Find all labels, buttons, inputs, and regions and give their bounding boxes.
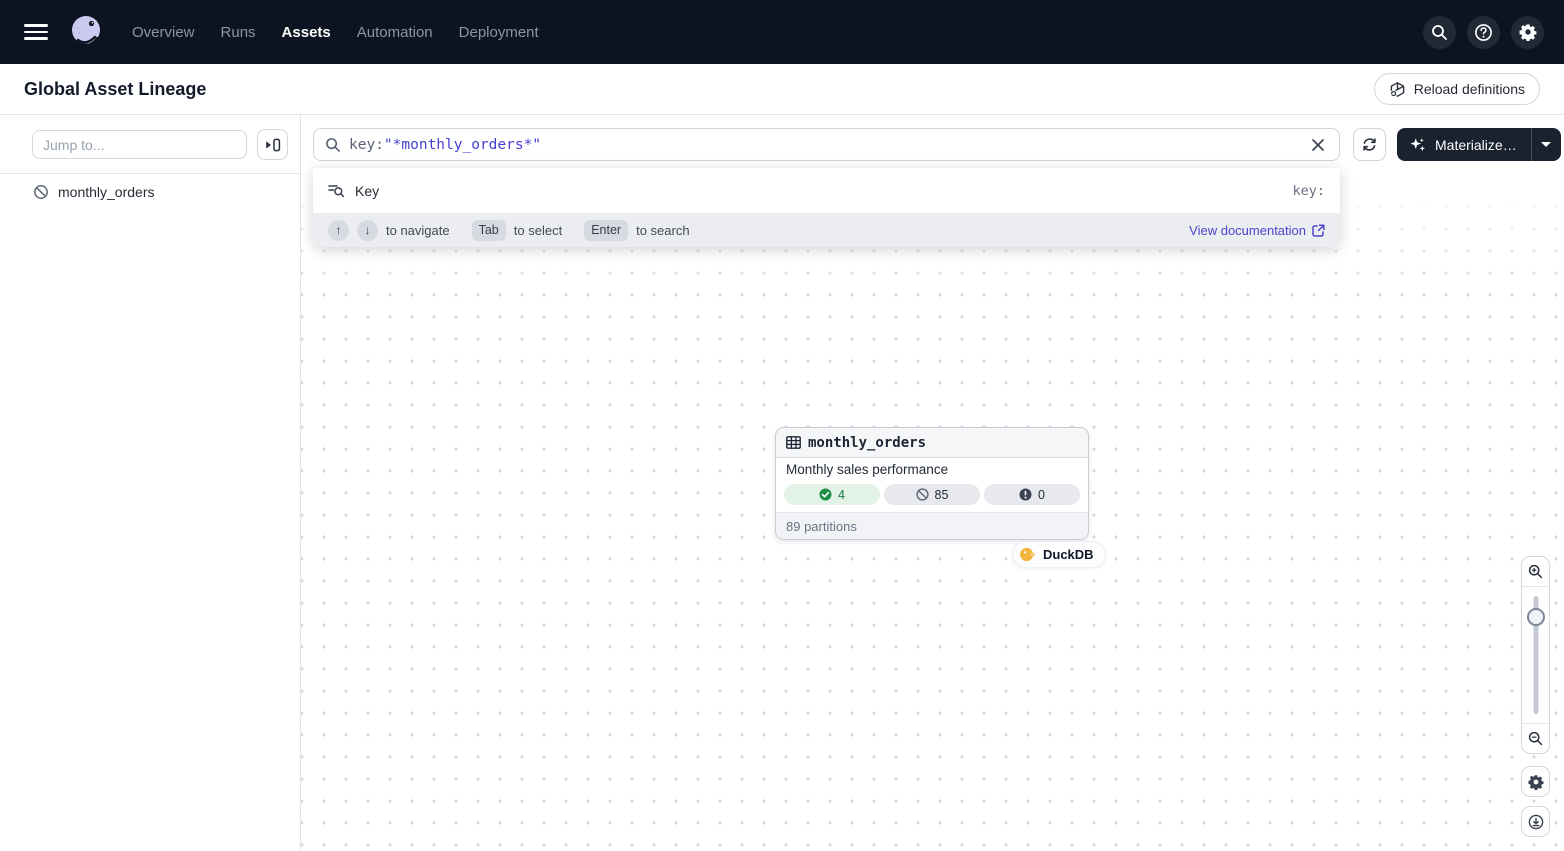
top-nav-actions [1423,16,1544,49]
chevron-down-icon [1541,142,1551,147]
doc-link-label: View documentation [1189,223,1306,238]
partition-status-badges: 4 85 0 [776,479,1088,512]
body-layout: monthly_orders key:"*monthly_orders*" [0,115,1564,850]
nav-item-runs[interactable]: Runs [221,24,256,41]
suggestion-label: Key [355,183,379,199]
asset-node-header[interactable]: monthly_orders [776,428,1088,458]
sparkle-icon [1409,136,1427,154]
top-nav: Overview Runs Assets Automation Deployme… [0,0,1564,64]
settings-gear-icon[interactable] [1511,16,1544,49]
duckdb-tag[interactable]: DuckDB [1012,541,1106,568]
badge-failed-count[interactable]: 0 [984,484,1080,505]
lineage-sidebar: monthly_orders [0,115,301,850]
nav-item-overview[interactable]: Overview [132,24,195,41]
reload-definitions-label: Reload definitions [1414,81,1525,97]
arrow-up-icon[interactable]: ↑ [328,220,349,241]
badge-materialized-count[interactable]: 4 [784,484,880,505]
nav-item-automation[interactable]: Automation [357,24,433,41]
view-documentation-link[interactable]: View documentation [1189,223,1325,238]
exclamation-circle-icon [1019,488,1032,501]
asset-selection-input[interactable]: key:"*monthly_orders*" [313,128,1340,161]
refresh-graph-button[interactable] [1353,128,1386,161]
duckdb-icon [1019,546,1036,563]
select-hint-text: to select [514,223,562,238]
search-icon[interactable] [1423,16,1456,49]
suggestion-row-key[interactable]: Key key: [313,168,1340,213]
asset-node-partitions-footer: 89 partitions [776,512,1088,539]
materialize-button[interactable]: Materialize… [1397,128,1531,161]
nav-item-assets[interactable]: Assets [282,24,331,41]
badge-missing-count[interactable]: 85 [884,484,980,505]
materialize-label: Materialize… [1435,137,1517,153]
asset-node-title: monthly_orders [808,435,926,451]
tab-key-chip: Tab [472,220,506,241]
sidebar-item-monthly-orders[interactable]: monthly_orders [0,174,300,210]
page-title: Global Asset Lineage [24,79,206,100]
code-location-reload-icon [1389,81,1406,98]
recenter-view-icon[interactable] [1521,806,1550,837]
duckdb-tag-label: DuckDB [1043,547,1094,562]
primary-nav: Overview Runs Assets Automation Deployme… [132,24,539,41]
filter-search-icon [328,183,345,198]
graph-settings-gear-icon[interactable] [1521,766,1550,797]
search-icon [325,137,341,153]
lineage-canvas[interactable]: key:"*monthly_orders*" Materialize… [301,115,1564,850]
sidebar-item-label: monthly_orders [58,184,155,200]
asset-node-monthly-orders[interactable]: monthly_orders Monthly sales performance… [775,427,1089,540]
never-materialized-icon [33,184,49,200]
collapse-sidebar-button[interactable] [257,129,288,160]
reload-definitions-button[interactable]: Reload definitions [1374,73,1540,105]
jump-to-input[interactable] [32,130,247,159]
table-icon [786,436,801,449]
suggestions-footer: ↑ ↓ to navigate Tab to select Enter to s… [313,213,1340,247]
materialize-dropdown-caret[interactable] [1531,128,1561,161]
check-circle-icon [819,488,832,501]
suggestion-syntax-hint: key: [1292,183,1325,199]
asset-node-description: Monthly sales performance [776,458,1088,479]
navigate-hint-text: to navigate [386,223,450,238]
nav-item-deployment[interactable]: Deployment [459,24,539,41]
clear-search-icon[interactable] [1305,132,1331,158]
search-hint-text: to search [636,223,689,238]
help-icon[interactable] [1467,16,1500,49]
page-header: Global Asset Lineage Reload definitions [0,64,1564,115]
enter-key-chip: Enter [584,220,628,241]
app-root: Overview Runs Assets Automation Deployme… [0,0,1564,850]
zoom-slider-thumb[interactable] [1527,608,1545,626]
menu-icon[interactable] [24,20,48,44]
dagster-logo-icon[interactable] [68,13,106,51]
materialize-split-button: Materialize… [1397,128,1561,161]
zoom-controls [1521,556,1550,754]
slashed-circle-icon [916,488,929,501]
arrow-down-icon[interactable]: ↓ [357,220,378,241]
zoom-out-icon[interactable] [1522,723,1549,753]
zoom-in-icon[interactable] [1522,557,1549,587]
zoom-slider[interactable] [1522,587,1549,723]
asset-selection-value: key:"*monthly_orders*" [349,137,541,153]
search-suggestions-panel: Key key: ↑ ↓ to navigate Tab to select E… [313,168,1340,247]
external-link-icon [1312,224,1325,237]
